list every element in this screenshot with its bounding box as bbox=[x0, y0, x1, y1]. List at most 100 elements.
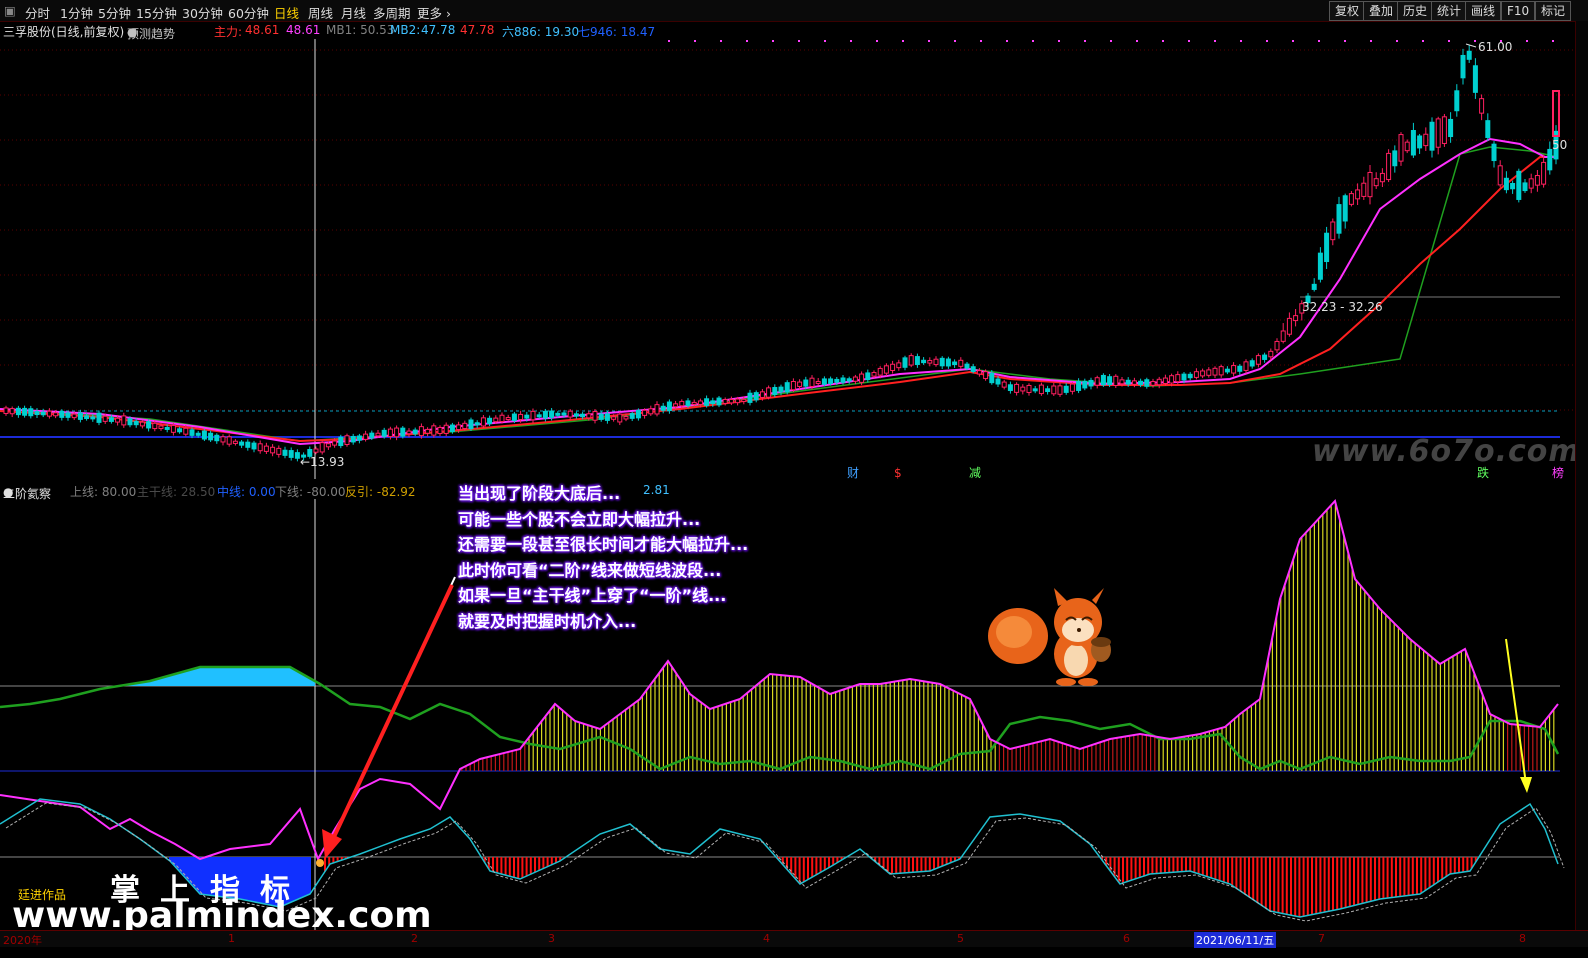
signal-dot bbox=[1396, 40, 1398, 42]
candle-body bbox=[1001, 381, 1007, 388]
signal-dot bbox=[668, 40, 670, 42]
candle-body bbox=[1336, 204, 1342, 234]
candle-body bbox=[1094, 377, 1100, 386]
annotation-line: 如果一旦“主干线”上穿了“一阶”线... bbox=[458, 586, 727, 605]
period-30min[interactable]: 30分钟 bbox=[182, 3, 223, 22]
mb1-value: MB1: 50.53 bbox=[326, 23, 395, 37]
candle-body bbox=[1119, 379, 1125, 385]
candle-body bbox=[679, 400, 685, 407]
period-1min[interactable]: 1分钟 bbox=[60, 3, 93, 22]
signal-dot bbox=[1266, 40, 1268, 42]
candle-body bbox=[1237, 365, 1243, 372]
candle-body bbox=[1342, 195, 1348, 222]
candle-body bbox=[313, 448, 319, 453]
candle-body bbox=[1231, 365, 1237, 374]
period-more-label: 更多 bbox=[417, 6, 443, 21]
signal-dot bbox=[1110, 40, 1112, 42]
candle-body bbox=[1460, 54, 1466, 79]
menu-icon[interactable]: ▣ bbox=[4, 3, 16, 18]
candle-body bbox=[468, 419, 474, 430]
candle-body bbox=[195, 432, 201, 436]
candle-body bbox=[952, 361, 958, 366]
candle-body bbox=[375, 432, 381, 437]
signal-dot bbox=[1474, 40, 1476, 42]
candle-body bbox=[1404, 141, 1410, 152]
candle-body bbox=[1051, 385, 1057, 395]
candle-body bbox=[208, 432, 214, 441]
period-fenshi[interactable]: 分时 bbox=[25, 3, 50, 22]
main-kline-chart[interactable]: 61.00 ←13.93 32.23 - 32.26 50 财 $ 减跌榜 bbox=[0, 39, 1575, 479]
candle-body bbox=[759, 391, 765, 398]
signal-dot bbox=[1214, 40, 1216, 42]
candle-body bbox=[945, 358, 951, 367]
candle-body bbox=[239, 441, 245, 446]
candle-body bbox=[592, 411, 598, 421]
period-60min[interactable]: 60分钟 bbox=[228, 3, 269, 22]
candle-body bbox=[1082, 380, 1088, 389]
candle-body bbox=[747, 392, 753, 403]
right-scrollbar[interactable] bbox=[1575, 21, 1588, 930]
period-toolbar: ▣ 分时 1分钟 5分钟 15分钟 30分钟 60分钟 日线 周线 月线 多周期… bbox=[0, 0, 1588, 22]
date-label: 7 bbox=[1318, 932, 1325, 945]
signal-dot bbox=[1058, 40, 1060, 42]
candle-body bbox=[1317, 252, 1323, 280]
stats-button[interactable]: 统计 bbox=[1431, 1, 1468, 21]
candle-body bbox=[611, 416, 617, 420]
candle-body bbox=[152, 422, 158, 430]
candle-body bbox=[604, 413, 610, 421]
draw-button[interactable]: 画线 bbox=[1465, 1, 1502, 21]
candle-body bbox=[567, 410, 573, 418]
candle-body bbox=[325, 443, 331, 448]
candle-body bbox=[487, 417, 493, 425]
period-monthly[interactable]: 月线 bbox=[341, 3, 366, 22]
candle-body bbox=[34, 411, 40, 416]
candle-body bbox=[902, 357, 908, 368]
signal-dot bbox=[902, 40, 904, 42]
candle-body bbox=[1472, 65, 1478, 93]
date-label: 8 bbox=[1519, 932, 1526, 945]
candle-body bbox=[691, 401, 697, 405]
candle-body bbox=[666, 401, 672, 412]
event-marker: 减 bbox=[969, 466, 981, 479]
candle-body bbox=[1528, 178, 1534, 189]
candle-body bbox=[220, 436, 226, 443]
period-multi[interactable]: 多周期 bbox=[373, 3, 411, 22]
site-watermark-2: www.6o7o.com bbox=[1312, 434, 1581, 469]
candle-body bbox=[1274, 340, 1280, 351]
candle-body bbox=[1355, 189, 1361, 200]
candle-body bbox=[276, 447, 282, 455]
candle-body bbox=[766, 387, 772, 398]
mark-button[interactable]: 标记 bbox=[1535, 1, 1572, 21]
stock-title[interactable]: 三孚股份(日线,前复权) bbox=[3, 23, 124, 40]
f10-button[interactable]: F10 bbox=[1501, 1, 1536, 21]
candle-body bbox=[1534, 175, 1540, 186]
candle-body bbox=[22, 407, 28, 416]
candle-body bbox=[121, 415, 127, 426]
candle-body bbox=[790, 380, 796, 391]
red-arrow bbox=[331, 584, 454, 840]
candle-body bbox=[449, 424, 455, 433]
candle-body bbox=[369, 432, 375, 439]
overlay-button[interactable]: 叠加 bbox=[1363, 1, 1400, 21]
candle-body bbox=[294, 452, 300, 459]
candle-body bbox=[1262, 354, 1268, 360]
date-label: 2 bbox=[411, 932, 418, 945]
candle-body bbox=[381, 429, 387, 437]
high-price-pointer bbox=[1465, 43, 1477, 48]
candle-body bbox=[1367, 171, 1373, 198]
period-15min[interactable]: 15分钟 bbox=[136, 3, 177, 22]
candle-body bbox=[46, 410, 52, 417]
period-5min[interactable]: 5分钟 bbox=[98, 3, 131, 22]
candle-body bbox=[890, 363, 896, 371]
candle-body bbox=[896, 362, 902, 369]
period-more[interactable]: 更多 › bbox=[417, 3, 451, 22]
candle-body bbox=[251, 442, 257, 450]
history-button[interactable]: 历史 bbox=[1397, 1, 1434, 21]
right-price-label: 50 bbox=[1552, 138, 1567, 152]
candle-body bbox=[363, 433, 369, 440]
period-weekly[interactable]: 周线 bbox=[308, 3, 333, 22]
candle-body bbox=[524, 414, 530, 419]
fuquan-button[interactable]: 复权 bbox=[1329, 1, 1366, 21]
period-daily[interactable]: 日线 bbox=[274, 3, 299, 22]
candle-body bbox=[1150, 381, 1156, 386]
